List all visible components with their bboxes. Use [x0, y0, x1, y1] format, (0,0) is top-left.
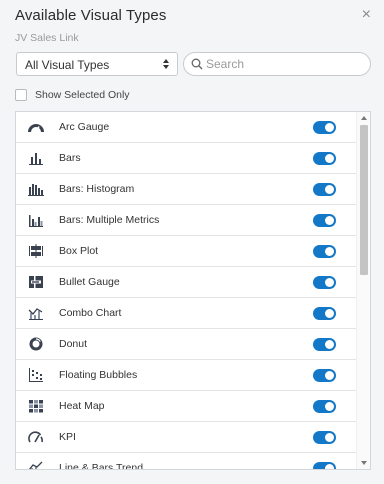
search-input[interactable] — [206, 56, 364, 72]
visual-type-label: Bars: Multiple Metrics — [59, 214, 160, 226]
select-caret-icon — [163, 59, 169, 69]
floating-bubbles-icon — [29, 368, 43, 382]
panel-subtitle: JV Sales Link — [15, 32, 79, 44]
visual-type-toggle[interactable] — [313, 307, 336, 320]
visual-type-label: Donut — [59, 338, 88, 350]
visual-type-row[interactable]: Floating Bubbles — [16, 360, 356, 391]
visual-type-toggle[interactable] — [313, 121, 336, 134]
search-box[interactable] — [183, 52, 371, 76]
visual-type-row[interactable]: Bullet Gauge — [16, 267, 356, 298]
scrollbar[interactable] — [356, 112, 370, 469]
heat-map-icon — [29, 400, 43, 413]
toggle-knob — [325, 216, 334, 225]
show-selected-only-label[interactable]: Show Selected Only — [35, 89, 130, 101]
toggle-knob — [325, 123, 334, 132]
visual-type-label: Arc Gauge — [59, 121, 110, 133]
visual-type-label: Line & Bars Trend — [59, 462, 144, 470]
combo-chart-icon — [28, 308, 43, 320]
visual-type-toggle[interactable] — [313, 245, 336, 258]
toggle-knob — [325, 464, 334, 469]
visual-type-toggle[interactable] — [313, 400, 336, 413]
toggle-knob — [325, 340, 334, 349]
visual-type-row[interactable]: KPI — [16, 422, 356, 453]
visual-type-row[interactable]: Combo Chart — [16, 298, 356, 329]
visual-type-row[interactable]: Box Plot — [16, 236, 356, 267]
visual-type-label: Bars: Histogram — [59, 183, 135, 195]
toggle-knob — [325, 371, 334, 380]
visual-type-row[interactable]: Arc Gauge — [16, 112, 356, 143]
visual-type-toggle[interactable] — [313, 369, 336, 382]
panel-title: Available Visual Types — [15, 7, 167, 24]
close-icon[interactable]: × — [362, 6, 371, 24]
visual-type-row[interactable]: Donut — [16, 329, 356, 360]
visual-type-toggle[interactable] — [313, 462, 336, 469]
visual-type-toggle[interactable] — [313, 183, 336, 196]
visual-type-label: Combo Chart — [59, 307, 122, 319]
visual-type-toggle[interactable] — [313, 152, 336, 165]
visual-type-row[interactable]: Bars — [16, 143, 356, 174]
visual-type-row[interactable]: Bars: Histogram — [16, 174, 356, 205]
toggle-knob — [325, 402, 334, 411]
visual-type-row[interactable]: Line & Bars Trend — [16, 453, 356, 470]
histogram-icon — [28, 184, 44, 196]
visual-type-label: Bars — [59, 152, 81, 164]
toggle-knob — [325, 309, 334, 318]
toggle-knob — [325, 185, 334, 194]
visual-type-filter-select[interactable]: All Visual Types — [16, 52, 178, 76]
toggle-knob — [325, 154, 334, 163]
toggle-knob — [325, 247, 334, 256]
visual-types-panel: Available Visual Types × JV Sales Link A… — [0, 0, 384, 484]
visual-type-label: Heat Map — [59, 400, 105, 412]
show-selected-only-checkbox[interactable] — [15, 89, 27, 101]
search-icon — [191, 58, 203, 70]
visual-type-row[interactable]: Bars: Multiple Metrics — [16, 205, 356, 236]
visual-type-row[interactable]: Heat Map — [16, 391, 356, 422]
donut-icon — [29, 337, 43, 351]
visual-type-toggle[interactable] — [313, 276, 336, 289]
visual-type-label: Bullet Gauge — [59, 276, 120, 288]
kpi-icon — [28, 431, 43, 443]
scroll-down-icon[interactable] — [361, 461, 367, 465]
multi-bars-icon — [29, 215, 43, 227]
toggle-knob — [325, 433, 334, 442]
arc-gauge-icon — [28, 124, 44, 133]
visual-type-toggle[interactable] — [313, 431, 336, 444]
visual-type-toggle[interactable] — [313, 214, 336, 227]
box-plot-icon — [29, 244, 43, 258]
toggle-knob — [325, 278, 334, 287]
visual-type-label: Box Plot — [59, 245, 99, 257]
line-bars-trend-icon — [28, 461, 43, 469]
scroll-up-icon[interactable] — [361, 116, 367, 120]
visual-type-toggle[interactable] — [313, 338, 336, 351]
visual-types-list: Arc Gauge Bars Bars: Histogram Bars: Multip… — [15, 111, 371, 470]
bars-icon — [29, 153, 43, 165]
visual-type-label: Floating Bubbles — [59, 369, 138, 381]
visual-type-label: KPI — [59, 431, 76, 443]
filter-selected-value: All Visual Types — [25, 58, 110, 72]
scrollbar-thumb[interactable] — [360, 125, 368, 275]
bullet-gauge-icon — [29, 276, 43, 288]
